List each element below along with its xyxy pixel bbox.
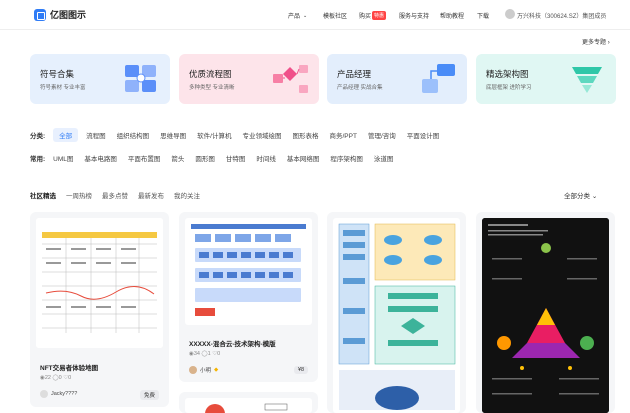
topic-card-architecture[interactable]: 精选架构图 底层框架 进阶学习 <box>476 54 616 104</box>
card-subtitle: 产品经理 实战合集 <box>337 85 383 91</box>
template-thumbnail <box>185 398 312 413</box>
nav-download[interactable]: 下载 <box>477 11 489 20</box>
gallery-card[interactable]: XXXXX-混合云-技术架构-模版 ◉34 ◯1 ♡0 小明 ◆ ¥8 <box>179 212 318 382</box>
template-title[interactable]: XXXXX-混合云-技术架构-模版 <box>189 338 276 348</box>
template-stats: ◉34 ◯1 ♡0 <box>189 351 221 357</box>
nav-template-community[interactable]: 模板社区 <box>323 11 347 20</box>
symbols-illustration-icon <box>125 65 156 92</box>
category-item[interactable]: 商务/PPT <box>329 130 356 140</box>
avatar <box>40 390 48 398</box>
card-subtitle: 符号素材 专业丰富 <box>40 85 86 91</box>
sort-dropdown[interactable]: 全部分类 ⌄ <box>564 190 597 200</box>
template-thumbnail <box>482 218 609 413</box>
gallery-card[interactable] <box>327 212 466 413</box>
author[interactable]: Jacky???? <box>40 390 77 398</box>
category-item[interactable]: 软件/计算机 <box>197 130 231 140</box>
tab-most-liked[interactable]: 最多点赞 <box>102 190 128 200</box>
hot-badge: 特惠 <box>372 11 387 20</box>
category-item[interactable]: 思维导图 <box>160 130 186 140</box>
tab-following[interactable]: 我的关注 <box>174 190 200 200</box>
topic-card-flowcharts[interactable]: 优质流程图 多种类型 专业清晰 <box>179 54 319 104</box>
flowchart-illustration-icon <box>273 65 308 93</box>
chevron-down-icon: ⌄ <box>303 12 308 19</box>
common-item[interactable]: 程序架构图 <box>330 153 363 163</box>
gallery-tabs: 社区精选 一周热榜 最多点赞 最新发布 我的关注 <box>30 190 210 200</box>
gallery-card[interactable] <box>179 392 318 413</box>
nav-help[interactable]: 帮助教程 <box>440 11 464 20</box>
company-info: 万兴科技（300624.SZ）集团成员 <box>505 9 606 20</box>
gallery-card[interactable] <box>476 212 615 413</box>
common-item[interactable]: 甘特图 <box>226 153 246 163</box>
gallery-card[interactable]: NFT交易者体验地图 ◉22 ◯0 ♡0 Jacky???? 免费 <box>30 212 169 407</box>
author[interactable]: 小明 ◆ <box>189 366 218 374</box>
nav-purchase[interactable]: 购买 特惠 <box>359 11 387 20</box>
template-thumbnail <box>36 218 163 348</box>
price-badge: 免费 <box>140 390 160 400</box>
tab-newest[interactable]: 最新发布 <box>138 190 164 200</box>
common-item[interactable]: 基本网络图 <box>287 153 320 163</box>
card-subtitle: 多种类型 专业清晰 <box>189 85 235 91</box>
category-item[interactable]: 平面设计图 <box>407 130 440 140</box>
avatar <box>189 366 197 374</box>
badge-icon: ◆ <box>214 367 219 373</box>
topic-card-symbols[interactable]: 符号合集 符号素材 专业丰富 <box>30 54 170 104</box>
company-logo-icon <box>505 9 515 19</box>
template-stats: ◉22 ◯0 ♡0 <box>40 375 72 381</box>
template-thumbnail <box>333 218 460 413</box>
top-navigation-bar: 亿图图示 产品 ⌄ 模板社区 购买 特惠 服务与支持 帮助教程 下载 万兴科技（30… <box>0 0 630 30</box>
price-badge: ¥8 <box>294 366 309 374</box>
template-thumbnail <box>185 218 312 325</box>
architecture-funnel-icon <box>572 67 602 93</box>
category-filter-row: 分类: 全部 流程图 组织结构图 思维导图 软件/计算机 专业领域绘图 图形表格… <box>30 128 450 142</box>
common-item[interactable]: 时间线 <box>256 153 276 163</box>
card-title: 产品经理 <box>337 69 372 79</box>
template-title[interactable]: NFT交易者体验地图 <box>40 362 98 372</box>
logo-icon <box>34 8 46 21</box>
logo[interactable]: 亿图图示 <box>34 8 86 21</box>
nav-products[interactable]: 产品 ⌄ <box>288 11 308 21</box>
tab-community-picks[interactable]: 社区精选 <box>30 190 56 200</box>
card-subtitle: 底层框架 进阶学习 <box>486 85 532 91</box>
card-title: 符号合集 <box>40 69 75 79</box>
topic-card-product-manager[interactable]: 产品经理 产品经理 实战合集 <box>327 54 467 104</box>
category-all[interactable]: 全部 <box>53 128 79 142</box>
chevron-right-icon: › <box>607 40 610 46</box>
common-item[interactable]: 平面布置图 <box>128 153 161 163</box>
common-label: 常用: <box>30 156 46 163</box>
category-label: 分类: <box>30 133 46 140</box>
card-title: 精选架构图 <box>486 69 529 79</box>
chevron-down-icon: ⌄ <box>591 193 598 200</box>
common-item[interactable]: 泳道图 <box>374 153 394 163</box>
common-filter-row: 常用: UML图 基本电路图 平面布置图 箭头 圆形图 甘特图 时间线 基本网络… <box>30 153 404 163</box>
more-topics-link[interactable]: 更多专题 › <box>582 37 610 46</box>
logo-text: 亿图图示 <box>50 10 87 20</box>
common-item[interactable]: 圆形图 <box>195 153 215 163</box>
common-item[interactable]: 箭头 <box>171 153 184 163</box>
category-item[interactable]: 图形表格 <box>292 130 318 140</box>
product-manager-illustration-icon <box>422 64 455 93</box>
category-item[interactable]: 组织结构图 <box>117 130 150 140</box>
category-item[interactable]: 流程图 <box>86 130 106 140</box>
card-title: 优质流程图 <box>189 69 232 79</box>
tab-weekly-hot[interactable]: 一周热榜 <box>66 190 92 200</box>
nav-service-support[interactable]: 服务与支持 <box>399 11 429 20</box>
common-item[interactable]: UML图 <box>53 153 73 163</box>
common-item[interactable]: 基本电路图 <box>84 153 117 163</box>
category-item[interactable]: 专业领域绘图 <box>242 130 281 140</box>
category-item[interactable]: 管理/咨询 <box>368 130 396 140</box>
